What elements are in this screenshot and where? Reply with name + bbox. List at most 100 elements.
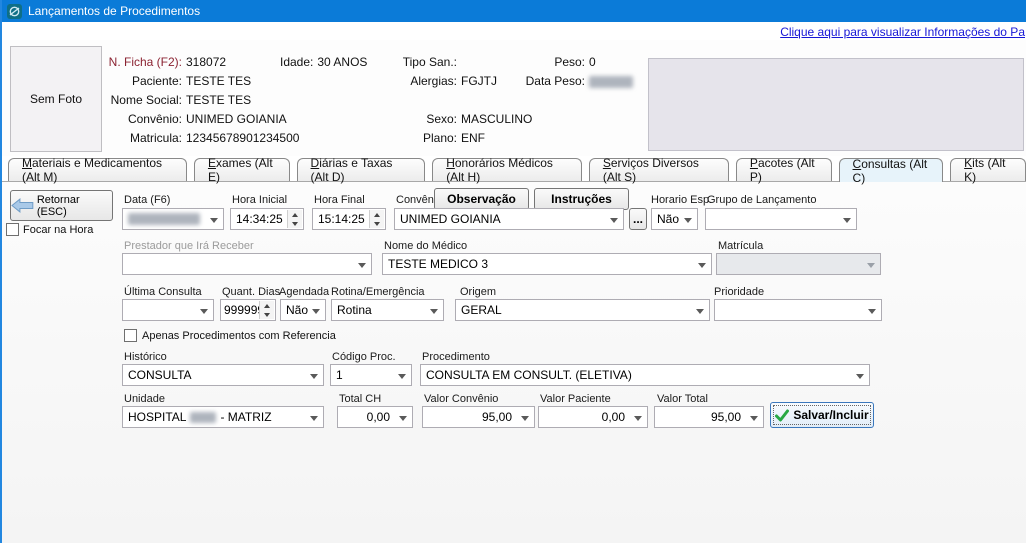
dropdown-arrow-icon <box>843 218 851 223</box>
observacao-label: Observação <box>447 192 516 206</box>
observacao-button[interactable]: Observação <box>434 188 529 210</box>
window-title: Lançamentos de Procedimentos <box>28 4 200 18</box>
data-redacted-value <box>128 213 200 225</box>
data-combobox[interactable] <box>122 208 224 230</box>
link-row: Clique aqui para visualizar Informações … <box>2 22 1026 40</box>
apenas-referencia-checkbox[interactable] <box>124 329 137 342</box>
agendada-label: Agendada <box>279 286 329 298</box>
tab-label: E <box>208 156 216 170</box>
valor-paciente-combobox[interactable]: 0,00 <box>538 406 648 428</box>
procedimento-combobox[interactable]: CONSULTA EM CONSULT. (ELETIVA) <box>420 364 870 386</box>
tab-exames[interactable]: Exames (Alt E) <box>194 158 290 181</box>
matricula-combobox <box>716 253 881 275</box>
unidade-combobox[interactable]: HOSPITAL - MATRIZ <box>122 406 324 428</box>
matricula-label: Matrícula <box>718 240 763 252</box>
dropdown-arrow-icon <box>696 309 704 314</box>
title-bar[interactable]: Lançamentos de Procedimentos <box>2 0 1026 22</box>
total-ch-label: Total CH <box>339 393 381 405</box>
spinner[interactable] <box>259 301 274 319</box>
hora-inicial-value: 14:34:25 <box>236 212 283 226</box>
convenio-more-button[interactable]: ... <box>629 208 647 230</box>
salvar-incluir-label: Salvar/Incluir <box>793 408 868 422</box>
header-notes-panel <box>648 58 1024 151</box>
tab-diarias-taxas[interactable]: Diárias e Taxas (Alt D) <box>297 158 426 181</box>
unidade-value-suffix: - MATRIZ <box>220 410 271 424</box>
idade-label: Idade: <box>280 55 313 69</box>
origem-combobox[interactable]: GERAL <box>455 299 710 321</box>
matricula-header-field: Matricula:12345678901234500 <box>102 131 299 145</box>
valor-total-combobox[interactable]: 95,00 <box>654 406 764 428</box>
ultima-consulta-label: Última Consulta <box>124 286 202 298</box>
tab-label: D <box>311 156 320 170</box>
patient-info-link[interactable]: Clique aqui para visualizar Informações … <box>780 25 1025 39</box>
agendada-combobox[interactable]: Não <box>280 299 326 321</box>
tipo-san-field: Tipo San.: <box>342 55 461 69</box>
historico-combobox[interactable]: CONSULTA <box>122 364 324 386</box>
tab-servicos-diversos[interactable]: Serviços Diversos (Alt S) <box>589 158 729 181</box>
tab-materiais[interactable]: Materiais e Medicamentos (Alt M) <box>8 158 187 181</box>
tab-label: acotes (Alt P) <box>750 156 815 184</box>
nome-social-label: Nome Social: <box>102 93 182 107</box>
valor-convenio-combobox[interactable]: 95,00 <box>422 406 535 428</box>
dropdown-arrow-icon <box>312 309 320 314</box>
horario-esp-combobox[interactable]: Não <box>651 208 698 230</box>
dropdown-arrow-icon <box>200 309 208 314</box>
unidade-redacted-part <box>190 412 216 423</box>
peso-label: Peso: <box>507 55 585 69</box>
prestador-combobox[interactable] <box>122 253 372 275</box>
dropdown-arrow-icon <box>868 309 876 314</box>
hora-inicial-spinner[interactable]: 14:34:25 <box>230 208 304 230</box>
rotina-emergencia-combobox[interactable]: Rotina <box>331 299 444 321</box>
tab-bar: Materiais e Medicamentos (Alt M) Exames … <box>8 158 1026 182</box>
data-label: Data (F6) <box>124 194 170 206</box>
valor-paciente-value: 0,00 <box>602 410 625 424</box>
valor-paciente-label: Valor Paciente <box>540 393 611 405</box>
tab-pacotes[interactable]: Pacotes (Alt P) <box>736 158 832 181</box>
patient-header: Sem Foto N. Ficha (F2):318072 Paciente:T… <box>2 40 1026 156</box>
peso-value: 0 <box>589 55 596 69</box>
horario-esp-label: Horario Esp. <box>651 194 712 206</box>
tab-label: H <box>446 156 455 170</box>
plano-value: ENF <box>461 131 485 145</box>
tab-label: xames (Alt E) <box>208 156 273 184</box>
total-ch-combobox[interactable]: 0,00 <box>337 406 413 428</box>
dropdown-arrow-icon <box>698 263 706 268</box>
dropdown-arrow-icon <box>610 218 618 223</box>
instrucoes-label: Instruções <box>551 192 612 206</box>
tab-label: K <box>964 156 972 170</box>
nome-medico-combobox[interactable]: TESTE MEDICO 3 <box>382 253 712 275</box>
tab-honorarios[interactable]: Honorários Médicos (Alt H) <box>432 158 582 181</box>
unidade-value-prefix: HOSPITAL <box>128 410 186 424</box>
codigo-proc-combobox[interactable]: 1 <box>330 364 412 386</box>
tab-consultas[interactable]: Consultas (Alt C) <box>839 158 944 182</box>
rotina-emergencia-value: Rotina <box>337 303 372 317</box>
instrucoes-button[interactable]: Instruções <box>534 188 629 210</box>
ultima-consulta-combobox[interactable] <box>122 299 214 321</box>
salvar-incluir-button[interactable]: Salvar/Incluir <box>770 402 874 428</box>
quant-dias-spinner[interactable]: 999999 <box>220 299 276 321</box>
grupo-lancamento-combobox[interactable] <box>705 208 857 230</box>
sexo-field: Sexo:MASCULINO <box>342 112 532 126</box>
convenio-header-value: UNIMED GOIANIA <box>186 112 287 126</box>
convenio-combobox[interactable]: UNIMED GOIANIA <box>394 208 624 230</box>
focar-na-hora-checkbox[interactable] <box>6 223 19 236</box>
dropdown-arrow-icon <box>310 374 318 379</box>
dropdown-arrow-icon <box>210 218 218 223</box>
spinner[interactable] <box>369 210 384 228</box>
spinner-up-icon <box>292 213 298 217</box>
nome-social-value: TESTE TES <box>186 93 251 107</box>
prioridade-combobox[interactable] <box>714 299 882 321</box>
valor-convenio-value: 95,00 <box>482 410 512 424</box>
alergias-field: Alergias:FGJTJ <box>342 74 497 88</box>
tab-kits[interactable]: Kits (Alt K) <box>950 158 1026 181</box>
alergias-label: Alergias: <box>342 74 457 88</box>
hora-final-spinner[interactable]: 15:14:25 <box>312 208 386 230</box>
procedimento-value: CONSULTA EM CONSULT. (ELETIVA) <box>426 368 632 382</box>
tab-label: C <box>853 157 862 171</box>
retornar-button[interactable]: Retornar (ESC) <box>10 190 113 221</box>
dropdown-arrow-icon <box>399 416 407 421</box>
spinner[interactable] <box>287 210 302 228</box>
tab-label: erviços Diversos (Alt S) <box>603 156 699 184</box>
plano-label: Plano: <box>342 131 457 145</box>
dropdown-arrow-icon <box>358 263 366 268</box>
